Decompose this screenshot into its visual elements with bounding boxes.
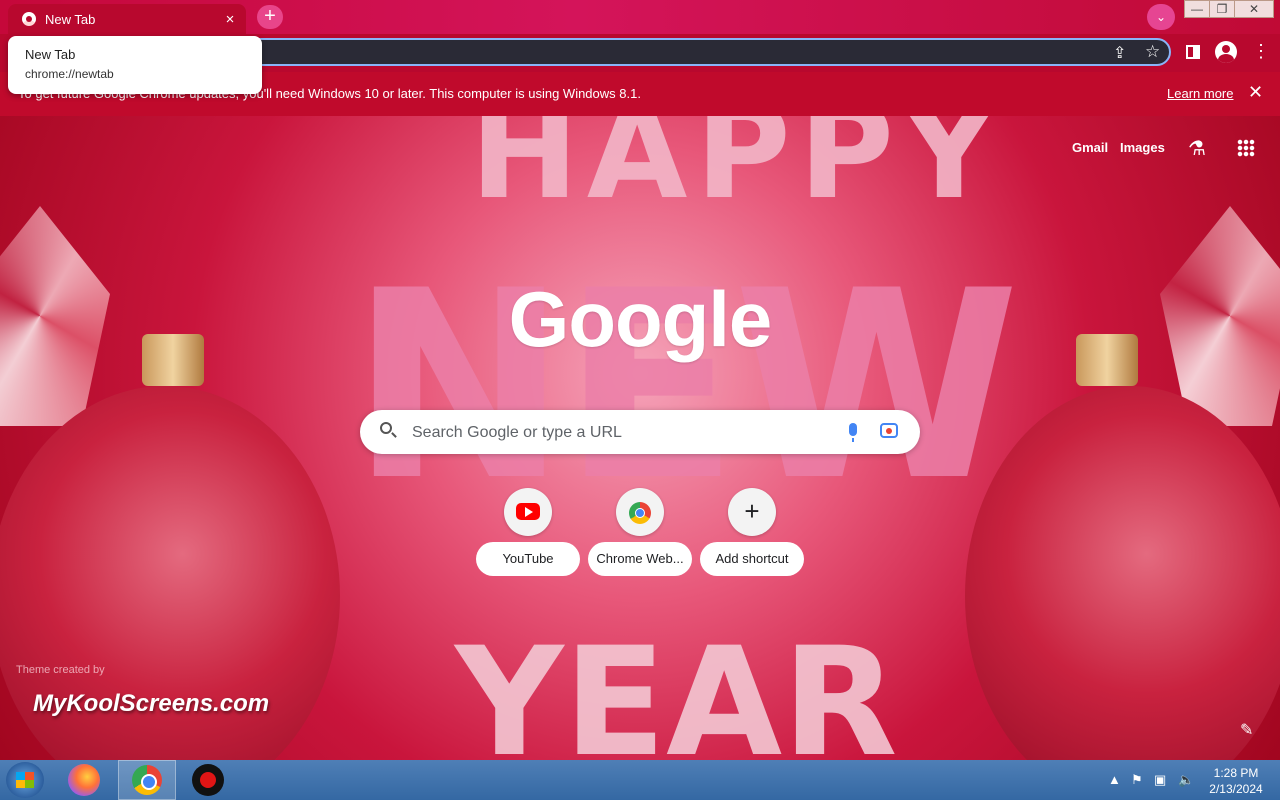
tray-overflow-icon[interactable]: ▲	[1108, 772, 1121, 787]
windows-start-icon[interactable]	[6, 762, 44, 798]
volume-icon[interactable]: 🔈	[1178, 772, 1194, 788]
address-bar[interactable]	[245, 38, 1171, 66]
search-box[interactable]	[360, 410, 920, 456]
menu-kebab-icon[interactable]: ⋮	[1252, 42, 1270, 60]
add-shortcut-icon[interactable]: +	[728, 488, 776, 536]
hover-card-title: New Tab	[25, 47, 76, 62]
gmail-link[interactable]: Gmail	[1072, 140, 1108, 155]
learn-more-link[interactable]: Learn more	[1167, 86, 1233, 101]
infobar-close-icon[interactable]: ✕	[1248, 82, 1263, 103]
action-center-flag-icon[interactable]: ⚑	[1131, 772, 1143, 788]
new-tab-button[interactable]: +	[257, 5, 283, 29]
microphone-icon[interactable]	[849, 423, 857, 442]
images-link[interactable]: Images	[1120, 140, 1165, 155]
recorder-icon[interactable]	[192, 764, 224, 796]
share-icon[interactable]: ⇪	[1113, 43, 1126, 63]
theme-credit-caption: Theme created by	[16, 664, 105, 676]
clock-time: 1:28 PM	[1213, 766, 1259, 780]
system-clock[interactable]: 1:28 PM 2/13/2024	[1200, 765, 1272, 797]
customize-pencil-icon[interactable]: ✎	[1240, 720, 1253, 740]
firefox-icon[interactable]	[68, 764, 100, 796]
background-text-year: YEAR	[455, 616, 898, 760]
new-tab-page: HAPPY NEW YEAR Gmail Images ⚗ Google You…	[0, 116, 1280, 760]
close-window-button[interactable]: ✕	[1234, 0, 1274, 18]
bookmark-star-icon[interactable]: ☆	[1145, 42, 1160, 62]
tab-strip: New Tab × + ⌄ — ❐ ✕	[0, 0, 1280, 34]
clock-date: 2/13/2024	[1209, 782, 1263, 796]
taskbar: ▲ ⚑ ▣ 🔈 1:28 PM 2/13/2024	[0, 760, 1280, 800]
chrome-taskbar-icon[interactable]	[118, 760, 176, 800]
tab-search-button[interactable]: ⌄	[1147, 4, 1175, 30]
google-apps-grid-icon[interactable]	[1237, 139, 1255, 157]
tab-new-tab[interactable]: New Tab ×	[8, 4, 246, 34]
hover-card-url: chrome://newtab	[25, 67, 114, 81]
chrome-favicon-icon	[22, 12, 36, 26]
shortcut-label[interactable]: Chrome Web...	[588, 542, 692, 576]
background-text-happy: HAPPY	[470, 116, 1005, 228]
search-icon	[380, 422, 392, 434]
side-panel-icon[interactable]	[1186, 45, 1200, 59]
labs-flask-icon[interactable]: ⚗	[1188, 136, 1206, 161]
tab-close-icon[interactable]: ×	[220, 11, 240, 28]
maximize-button[interactable]: ❐	[1209, 0, 1235, 18]
tab-title: New Tab	[45, 11, 96, 27]
camera-lens-icon[interactable]	[880, 423, 898, 438]
shortcut-label[interactable]: YouTube	[476, 542, 580, 576]
google-logo: Google	[508, 275, 773, 363]
shortcut-label[interactable]: Add shortcut	[700, 542, 804, 576]
profile-avatar-icon[interactable]	[1215, 41, 1237, 63]
minimize-button[interactable]: —	[1184, 0, 1210, 18]
chrome-web-store-icon[interactable]	[616, 488, 664, 536]
search-input[interactable]	[410, 410, 834, 456]
tab-hover-card: New Tab chrome://newtab	[8, 36, 262, 94]
theme-credit-link[interactable]: MyKoolScreens.com	[33, 690, 269, 718]
network-icon[interactable]: ▣	[1154, 772, 1166, 788]
youtube-icon[interactable]	[504, 488, 552, 536]
